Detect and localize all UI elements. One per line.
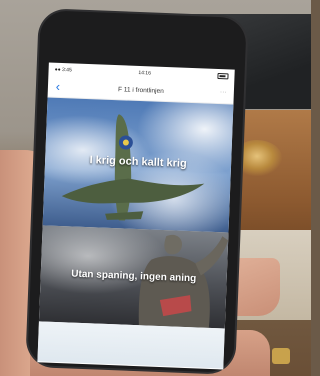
chevron-left-icon[interactable]: ‹ xyxy=(50,77,67,98)
card-third[interactable] xyxy=(37,321,225,369)
card-utan-spaning[interactable]: Utan spaning, ingen aning xyxy=(38,225,229,329)
more-icon[interactable]: ⋯ xyxy=(220,89,228,97)
smartphone: ●● 3:45 14:16 ‹ F 11 i frontlinjen ⋯ I k… xyxy=(27,10,247,373)
status-clock: 14:16 xyxy=(138,69,152,77)
background-gold-badge xyxy=(272,348,290,364)
status-carrier-time: ●● 3:45 xyxy=(54,66,72,74)
phone-screen: ●● 3:45 14:16 ‹ F 11 i frontlinjen ⋯ I k… xyxy=(37,62,235,370)
battery-icon xyxy=(217,73,229,80)
nav-title: F 11 i frontlinjen xyxy=(117,85,164,95)
card-i-krig[interactable]: I krig och kallt krig xyxy=(42,97,234,233)
